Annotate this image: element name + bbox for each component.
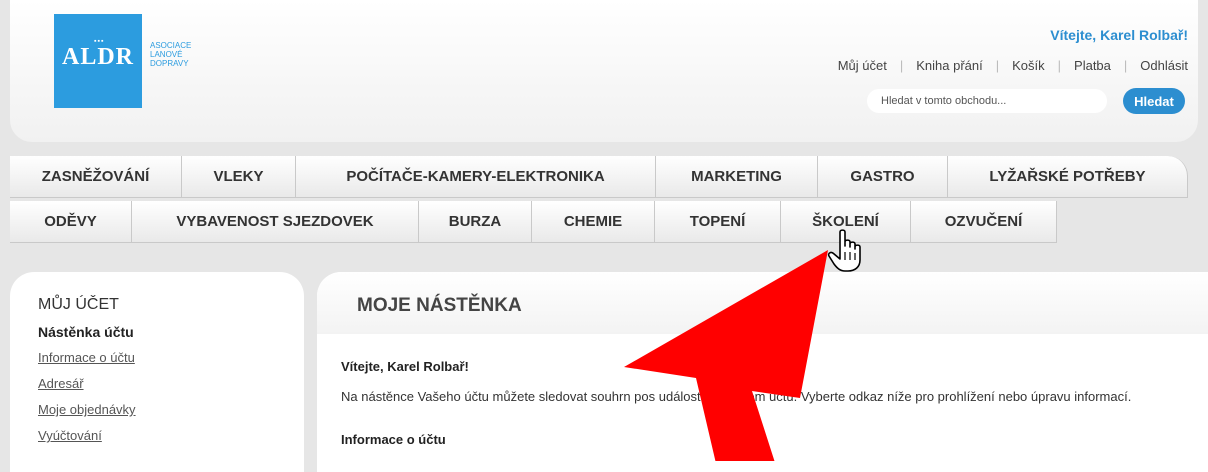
nav-item-burza[interactable]: BURZA: [419, 201, 532, 243]
account-sidebar: MŮJ ÚČET Nástěnka účtu Informace o účtu …: [10, 272, 304, 472]
sidebar-link-account-info[interactable]: Informace o účtu: [38, 350, 135, 365]
separator: |: [899, 58, 904, 73]
logo-line: LANOVÉ: [150, 50, 183, 59]
nav-item-vleky[interactable]: VLEKY: [182, 156, 296, 198]
nav-item-chemie[interactable]: CHEMIE: [532, 201, 655, 243]
nav-item-vybavenost-sjezdovek[interactable]: VYBAVENOST SJEZDOVEK: [132, 201, 419, 243]
top-link-checkout[interactable]: Platba: [1074, 58, 1111, 73]
nav-item-marketing[interactable]: MARKETING: [656, 156, 818, 198]
top-link-my-account[interactable]: Můj účet: [838, 58, 887, 73]
sidebar-link-address-book[interactable]: Adresář: [38, 376, 84, 391]
separator: |: [995, 58, 1000, 73]
hand-pointer-cursor-icon: [827, 229, 861, 272]
separator: |: [1123, 58, 1128, 73]
nav-item-odevy[interactable]: ODĚVY: [10, 201, 132, 243]
nav-item-ozvuceni[interactable]: OZVUČENÍ: [911, 201, 1057, 243]
sidebar-link-billing[interactable]: Vyúčtování: [38, 428, 102, 443]
sidebar-link-my-orders[interactable]: Moje objednávky: [38, 402, 136, 417]
top-link-logout[interactable]: Odhlásit: [1140, 58, 1188, 73]
nav-item-topeni[interactable]: TOPENÍ: [655, 201, 781, 243]
nav-item-zasnezovani[interactable]: ZASNĚŽOVÁNÍ: [10, 156, 182, 198]
dashboard-panel: MOJE NÁSTĚNKA Vítejte, Karel Rolbař! Na …: [317, 272, 1208, 472]
logo-text: ASOCIACE LANOVÉ DOPRAVY: [150, 41, 191, 68]
welcome-message: Vítejte, Karel Rolbař!: [1050, 27, 1188, 43]
nav-item-lyzarske-potreby[interactable]: LYŽAŘSKÉ POTŘEBY: [948, 156, 1188, 198]
main-nav-row-1: ZASNĚŽOVÁNÍ VLEKY POČÍTAČE-KAMERY-ELEKTR…: [10, 156, 1188, 198]
search-button[interactable]: Hledat: [1123, 88, 1185, 114]
site-header: ▪▪▪ ALDR ASOCIACE LANOVÉ DOPRAVY Vítejte…: [10, 0, 1198, 142]
sidebar-title: MŮJ ÚČET: [38, 296, 119, 313]
nav-item-pocitace[interactable]: POČÍTAČE-KAMERY-ELEKTRONIKA: [296, 156, 656, 198]
top-link-cart[interactable]: Košík: [1012, 58, 1045, 73]
dashboard-intro-text: Na nástěnce Vašeho účtu můžete sledovat …: [341, 389, 1132, 404]
logo[interactable]: ▪▪▪ ALDR: [54, 14, 142, 108]
top-link-wishlist[interactable]: Kniha přání: [916, 58, 983, 73]
main-nav-row-2: ODĚVY VYBAVENOST SJEZDOVEK BURZA CHEMIE …: [10, 201, 1057, 243]
logo-mark: ALDR: [61, 44, 134, 70]
search-input[interactable]: [867, 89, 1107, 113]
page-title: MOJE NÁSTĚNKA: [357, 295, 522, 316]
top-links: Můj účet | Kniha přání | Košík | Platba | Odhlás…: [838, 58, 1188, 73]
sidebar-item-dashboard: Nástěnka účtu: [38, 324, 134, 340]
logo-line: ASOCIACE: [150, 41, 192, 50]
section-heading-account-info: Informace o účtu: [341, 432, 446, 447]
dashboard-greeting: Vítejte, Karel Rolbař!: [341, 359, 469, 374]
logo-line: DOPRAVY: [150, 59, 189, 68]
panel-title-bar: MOJE NÁSTĚNKA: [317, 272, 1208, 334]
separator: |: [1057, 58, 1062, 73]
nav-item-gastro[interactable]: GASTRO: [818, 156, 948, 198]
